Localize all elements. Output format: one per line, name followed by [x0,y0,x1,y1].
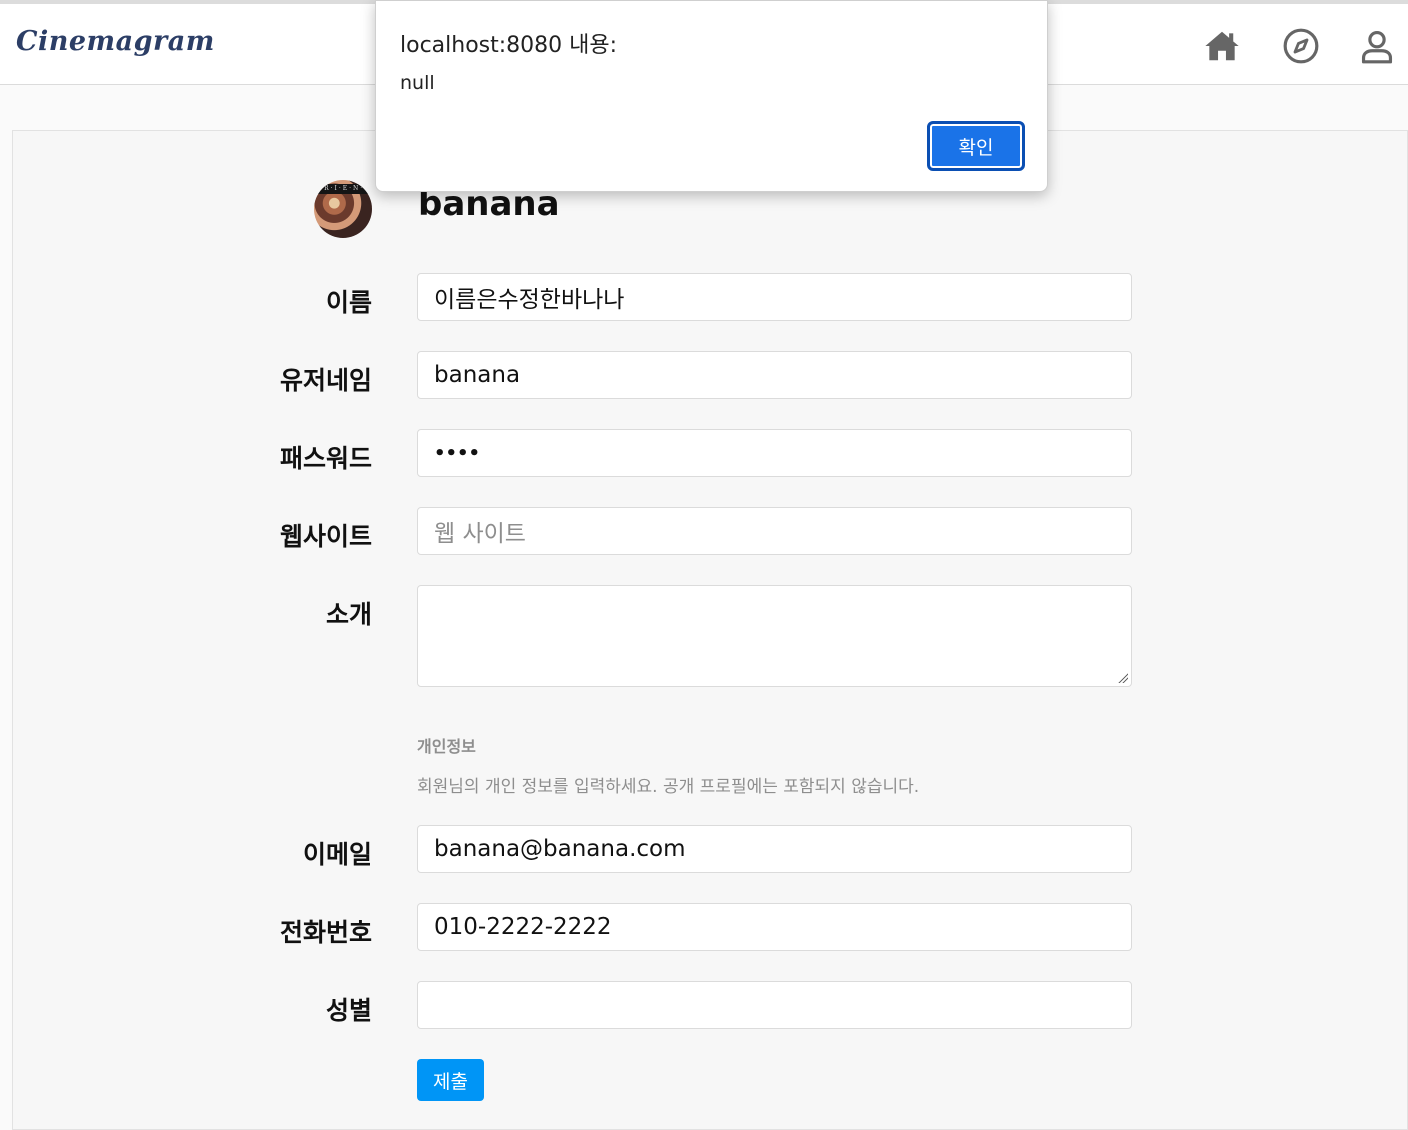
website-label: 웹사이트 [279,522,372,551]
email-field[interactable]: banana@banana.com [417,825,1132,873]
app-logo[interactable]: Cinemagram [16,26,215,57]
email-label: 이메일 [302,840,372,869]
avatar-image: F·R·I·E·N·D·S [314,184,372,194]
name-field[interactable]: 이름은수정한바나나 [417,273,1132,321]
submit-button[interactable]: 제출 [417,1059,484,1101]
dialog-ok-button[interactable]: 확인 [927,121,1025,171]
gender-label: 성별 [325,996,372,1025]
private-info-description: 회원님의 개인 정보를 입력하세요. 공개 프로필에는 포함되지 않습니다. [417,777,920,797]
dialog-message: null [400,72,435,94]
alert-dialog: localhost:8080 내용: null 확인 [375,0,1048,192]
private-info-title: 개인정보 [417,737,476,756]
username-field[interactable]: banana [417,351,1132,399]
password-label: 패스워드 [279,444,372,473]
home-icon[interactable] [1202,26,1242,66]
phone-field[interactable]: 010-2222-2222 [417,903,1132,951]
username-label: 유저네임 [279,366,372,395]
password-field[interactable]: •••• [417,429,1132,477]
bio-label: 소개 [325,600,372,629]
avatar[interactable]: F·R·I·E·N·D·S [314,180,372,238]
phone-label: 전화번호 [279,918,372,947]
name-label: 이름 [325,288,372,317]
bio-textarea[interactable] [417,585,1132,687]
website-field[interactable]: 웹 사이트 [417,507,1132,555]
dialog-title: localhost:8080 내용: [400,33,618,58]
profile-user-icon[interactable] [1357,26,1397,66]
resize-handle[interactable] [1118,673,1128,683]
gender-field[interactable] [417,981,1132,1029]
explore-compass-icon[interactable] [1281,26,1321,66]
